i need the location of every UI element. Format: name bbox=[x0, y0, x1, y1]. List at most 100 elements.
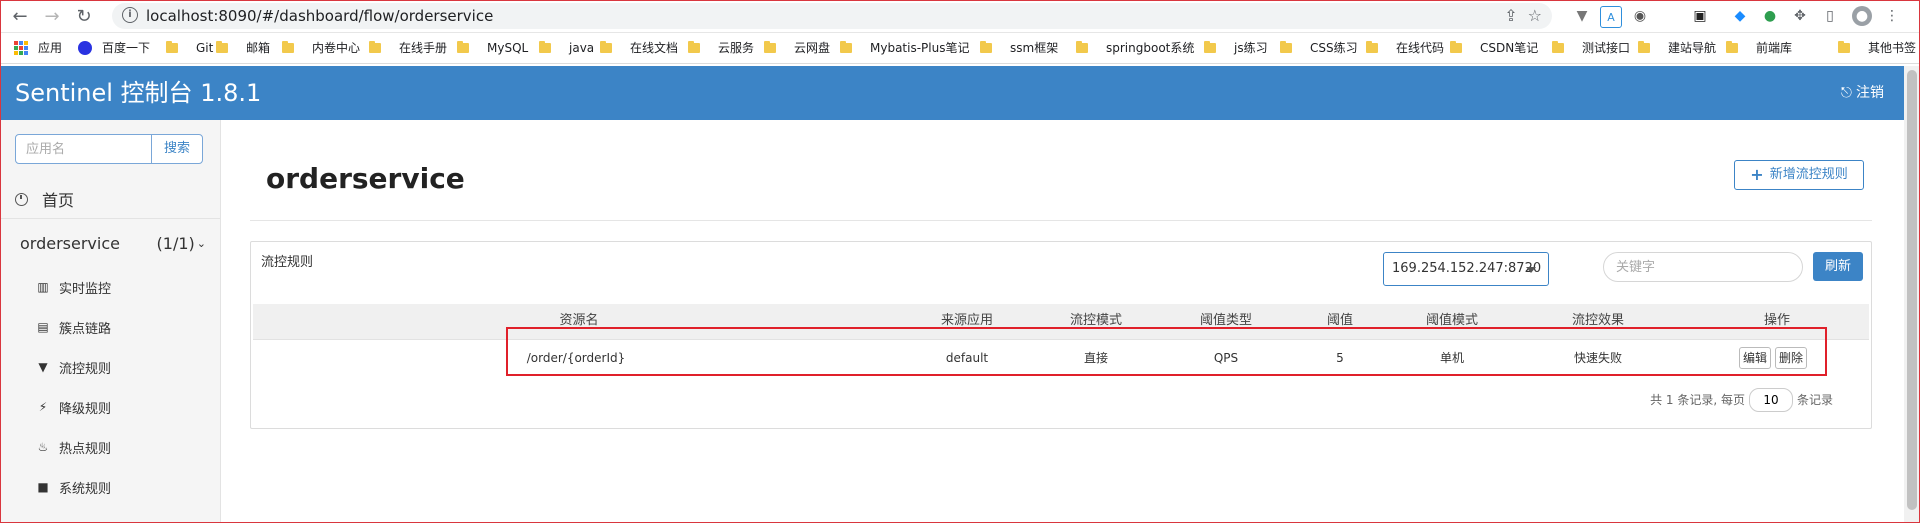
bookmark-manual[interactable]: 在线手册 bbox=[369, 40, 447, 56]
side-panel-icon[interactable]: ▯ bbox=[1820, 6, 1840, 26]
bookmarks-bar: 应用 百度一下 Git 邮箱 内卷中心 在线手册 MySQL java 在线文档… bbox=[0, 33, 1920, 64]
column-header: 操作 bbox=[1763, 313, 1791, 328]
refresh-button[interactable]: 刷新 bbox=[1813, 252, 1863, 281]
apps-grid-icon bbox=[14, 41, 28, 55]
browser-toolbar: ← → ↻ i localhost:8090/#/dashboard/flow/… bbox=[0, 0, 1920, 33]
add-flow-rule-button[interactable]: + 新增流控规则 bbox=[1734, 160, 1864, 190]
folder-icon bbox=[688, 41, 700, 53]
share-icon[interactable]: ⇪ bbox=[1504, 6, 1517, 25]
bookmark-csdn[interactable]: CSDN笔记 bbox=[1450, 40, 1538, 56]
bookmark-frontend-lib[interactable]: 前端库 bbox=[1726, 40, 1792, 56]
bookmark-js[interactable]: js练习 bbox=[1204, 40, 1268, 56]
logout-icon: ⎋ bbox=[1840, 85, 1852, 101]
bookmark-mysql[interactable]: MySQL bbox=[457, 40, 528, 56]
bookmark-apps[interactable]: 应用 bbox=[14, 40, 62, 56]
forward-arrow-icon[interactable]: → bbox=[40, 4, 64, 28]
cell-origin: default bbox=[945, 351, 989, 365]
dashboard-clock-icon bbox=[15, 192, 28, 206]
keyword-search-input[interactable] bbox=[1603, 252, 1803, 282]
bookmark-baidu[interactable]: 百度一下 bbox=[78, 40, 150, 56]
extension-eye-icon[interactable]: ◉ bbox=[1630, 6, 1650, 26]
bookmark-css[interactable]: CSS练习 bbox=[1280, 40, 1358, 56]
dropdown-caret-icon bbox=[1526, 267, 1536, 273]
cell-resource: /order/{orderId} bbox=[526, 351, 626, 365]
extension-translate-icon[interactable]: A bbox=[1600, 6, 1622, 28]
chevron-down-icon: ⌄ bbox=[196, 236, 206, 250]
filter-icon: ▼ bbox=[38, 360, 48, 374]
bookmark-springboot[interactable]: springboot系统 bbox=[1076, 40, 1194, 56]
extension-diamond-icon[interactable]: ◆ bbox=[1730, 6, 1750, 26]
folder-icon bbox=[1076, 41, 1088, 53]
machine-select[interactable]: 169.254.152.247:8720 bbox=[1383, 252, 1549, 286]
flash-icon: ⚡ bbox=[38, 400, 48, 414]
list-icon: ▤ bbox=[37, 320, 49, 334]
folder-icon bbox=[1280, 41, 1292, 53]
app-title[interactable]: Sentinel 控制台 1.8.1 bbox=[15, 78, 261, 108]
column-header: 阈值 bbox=[1326, 313, 1354, 328]
bookmark-ssm[interactable]: ssm框架 bbox=[980, 40, 1058, 56]
folder-icon bbox=[166, 41, 178, 53]
search-button[interactable]: 搜索 bbox=[151, 134, 203, 164]
flow-rules-panel: 流控规则 169.254.152.247:8720 刷新 资源名 来源应用 流控… bbox=[250, 241, 1872, 429]
bookmark-site-nav[interactable]: 建站导航 bbox=[1638, 40, 1716, 56]
sidebar-item-system-rules[interactable]: ■ 系统规则 bbox=[36, 476, 111, 498]
bookmark-api-test[interactable]: 测试接口 bbox=[1552, 40, 1630, 56]
bookmark-cloud-service[interactable]: 云服务 bbox=[688, 40, 754, 56]
bar-chart-icon: ▥ bbox=[37, 280, 49, 294]
sidebar: 搜索 首页 orderservice (1/1) ⌄ ▥实时监控 ▤簇点链路 ▼… bbox=[0, 120, 221, 523]
app-search-input[interactable] bbox=[15, 134, 152, 164]
folder-icon bbox=[1838, 41, 1850, 53]
panel-title: 流控规则 bbox=[261, 255, 314, 270]
bookmark-java[interactable]: java bbox=[539, 40, 594, 56]
bookmark-neijuan[interactable]: 内卷中心 bbox=[282, 40, 360, 56]
url-text[interactable]: localhost:8090/#/dashboard/flow/orderser… bbox=[146, 7, 493, 25]
cell-mode: 直接 bbox=[1083, 351, 1109, 365]
bookmark-other[interactable]: 其他书签 bbox=[1838, 40, 1916, 56]
folder-icon bbox=[1638, 41, 1650, 53]
bookmark-star-icon[interactable]: ☆ bbox=[1528, 6, 1542, 25]
sidebar-item-cluster-chain[interactable]: ▤ 簇点链路 bbox=[36, 316, 111, 338]
pagination: 共 1 条记录, 每页 条记录 bbox=[1650, 388, 1833, 412]
bookmark-mybatis[interactable]: Mybatis-Plus笔记 bbox=[840, 40, 969, 56]
bookmark-cloud-disk[interactable]: 云网盘 bbox=[764, 40, 830, 56]
folder-icon bbox=[282, 41, 294, 53]
sidebar-item-flow-rules[interactable]: ▼ 流控规则 bbox=[36, 356, 111, 378]
sidebar-item-home[interactable]: 首页 bbox=[0, 180, 220, 219]
address-bar[interactable]: i localhost:8090/#/dashboard/flow/orders… bbox=[112, 3, 1552, 29]
divider bbox=[250, 220, 1872, 221]
bookmark-git[interactable]: Git bbox=[166, 40, 213, 56]
extension-v-icon[interactable]: ▼ bbox=[1572, 6, 1592, 26]
column-header[interactable]: 资源名 bbox=[559, 312, 598, 330]
page-size-input[interactable] bbox=[1748, 388, 1793, 412]
page-title: orderservice bbox=[266, 162, 465, 195]
sidebar-item-realtime-monitor[interactable]: ▥ 实时监控 bbox=[36, 276, 111, 298]
cell-effect: 快速失败 bbox=[1573, 351, 1623, 365]
sidebar-item-hotspot-rules[interactable]: ♨ 热点规则 bbox=[36, 436, 111, 458]
app-search: 搜索 bbox=[15, 134, 203, 164]
bookmark-mail[interactable]: 邮箱 bbox=[216, 40, 270, 56]
bookmark-docs[interactable]: 在线文档 bbox=[600, 40, 678, 56]
extension-globe-icon[interactable]: ● bbox=[1760, 6, 1780, 26]
column-header: 阈值类型 bbox=[1199, 313, 1253, 328]
scrollbar-thumb[interactable] bbox=[1907, 70, 1917, 510]
site-info-icon[interactable]: i bbox=[122, 7, 138, 23]
menu-kebab-icon[interactable]: ⋮ bbox=[1882, 6, 1902, 26]
sidebar-item-degrade-rules[interactable]: ⚡ 降级规则 bbox=[36, 396, 111, 418]
table-row: /order/{orderId} default 直接 QPS 5 单机 快速失… bbox=[253, 339, 1869, 377]
cell-cluster-mode: 单机 bbox=[1439, 351, 1465, 365]
folder-icon bbox=[1450, 41, 1462, 53]
reload-icon[interactable]: ↻ bbox=[72, 4, 96, 28]
extension-box-icon[interactable]: ▣ bbox=[1690, 6, 1710, 26]
logout-button[interactable]: ⎋ 注销 bbox=[1841, 84, 1884, 102]
delete-button[interactable]: 删除 bbox=[1775, 347, 1808, 369]
extensions-puzzle-icon[interactable]: ✥ bbox=[1790, 6, 1810, 26]
scrollbar[interactable] bbox=[1904, 66, 1920, 523]
back-arrow-icon[interactable]: ← bbox=[8, 4, 32, 28]
profile-avatar-icon[interactable]: ● bbox=[1852, 6, 1872, 26]
table-header: 资源名 来源应用 流控模式 阈值类型 阈值 阈值模式 流控效果 操作 bbox=[253, 304, 1869, 340]
bookmark-online-code[interactable]: 在线代码 bbox=[1366, 40, 1444, 56]
folder-icon bbox=[1726, 41, 1738, 53]
sidebar-app-orderservice[interactable]: orderservice (1/1) ⌄ bbox=[0, 228, 220, 258]
folder-icon bbox=[1204, 41, 1216, 53]
edit-button[interactable]: 编辑 bbox=[1739, 347, 1772, 369]
